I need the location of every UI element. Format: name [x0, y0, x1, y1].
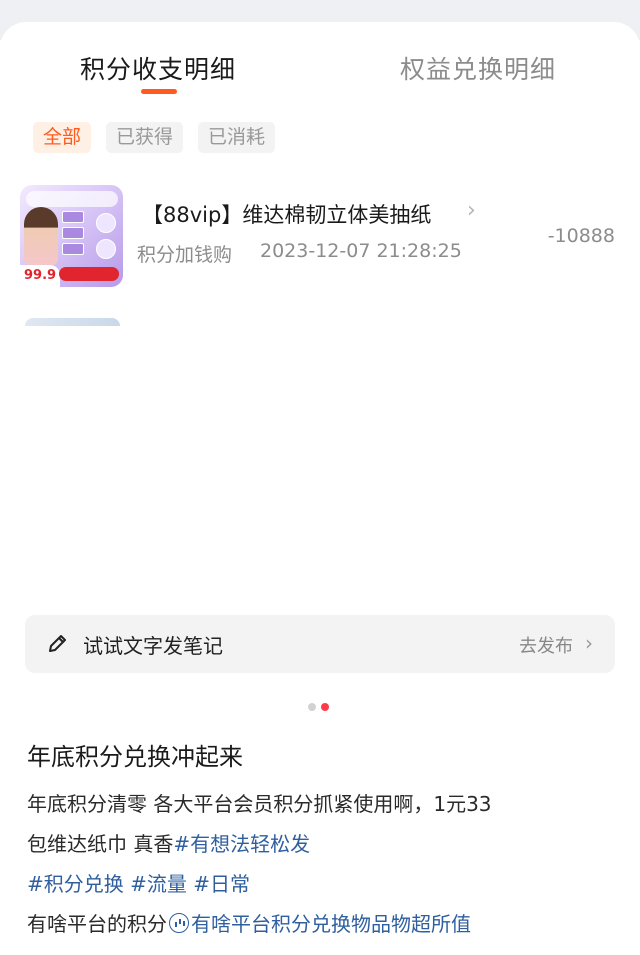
post-line: 包维达纸巾 真香#有想法轻松发 — [27, 824, 617, 864]
filter-consumed[interactable]: 已消耗 — [198, 122, 276, 153]
carousel-dot[interactable] — [308, 703, 316, 711]
record-points: -10888 — [547, 225, 615, 247]
tab-bar: 积分收支明细 权益兑换明细 — [0, 50, 640, 100]
filter-chips: 全部 已获得 已消耗 — [33, 122, 276, 154]
carousel-dot-active[interactable] — [321, 703, 329, 711]
thumb-coupon-strip — [59, 267, 119, 281]
post-line: 有啥平台的积分 有啥平台积分兑换物品物超所值 — [27, 904, 617, 944]
thumb-tissue-pack — [62, 211, 84, 223]
search-query-icon — [169, 913, 189, 933]
post-tags-line: #积分兑换 #流量 #日常 — [27, 864, 617, 904]
hashtag-link[interactable]: #日常 — [193, 872, 250, 896]
thumb-badge — [96, 213, 116, 233]
hashtag-link[interactable]: #有想法轻松发 — [173, 832, 310, 856]
post-text: 包维达纸巾 真香 — [27, 832, 174, 856]
post-title: 年底积分兑换冲起来 — [27, 743, 243, 771]
thumb-tissue-pack — [62, 227, 84, 239]
thumb-price: 99.9 — [20, 265, 60, 287]
points-panel — [0, 22, 640, 597]
thumb-badge — [96, 239, 116, 259]
record-time: 2023-12-07 21:28:25 — [260, 240, 462, 262]
thumb-tissue-pack — [62, 243, 84, 255]
filter-earned[interactable]: 已获得 — [106, 122, 184, 153]
chevron-right-icon[interactable]: › — [467, 198, 476, 223]
chevron-right-icon[interactable]: › — [585, 631, 593, 655]
post-text: 有啥平台的积分 — [27, 912, 167, 936]
post-body: 年底积分清零 各大平台会员积分抓紧使用啊，1元33 包维达纸巾 真香#有想法轻松… — [27, 784, 617, 944]
carousel-indicator — [308, 703, 338, 713]
hashtag-link[interactable]: #积分兑换 — [27, 872, 124, 896]
next-record-thumbnail — [25, 318, 120, 326]
thumb-model-figure — [24, 207, 58, 265]
hashtag-link[interactable]: #流量 — [130, 872, 187, 896]
active-tab-indicator — [141, 89, 177, 94]
points-record-row[interactable]: 99.9 【88vip】维达棉韧立体美抽纸 › 积分加钱购 2023-12-07… — [20, 185, 620, 287]
record-type: 积分加钱购 — [137, 244, 233, 266]
tab-benefits-detail[interactable]: 权益兑换明细 — [400, 50, 556, 86]
search-link[interactable]: 有啥平台积分兑换物品物超所值 — [191, 912, 471, 936]
record-title[interactable]: 【88vip】维达棉韧立体美抽纸 — [142, 199, 431, 229]
tab-points-detail[interactable]: 积分收支明细 — [80, 50, 236, 86]
publish-button[interactable]: 去发布 — [519, 632, 573, 658]
pencil-icon — [49, 635, 66, 652]
filter-all[interactable]: 全部 — [33, 122, 92, 153]
post-line: 年底积分清零 各大平台会员积分抓紧使用啊，1元33 — [27, 792, 492, 816]
product-thumbnail[interactable]: 99.9 — [20, 185, 123, 287]
note-bar-label: 试试文字发笔记 — [83, 634, 223, 658]
thumb-brand-banner — [26, 191, 118, 207]
post-note-bar[interactable]: 试试文字发笔记 去发布 › — [25, 615, 615, 673]
